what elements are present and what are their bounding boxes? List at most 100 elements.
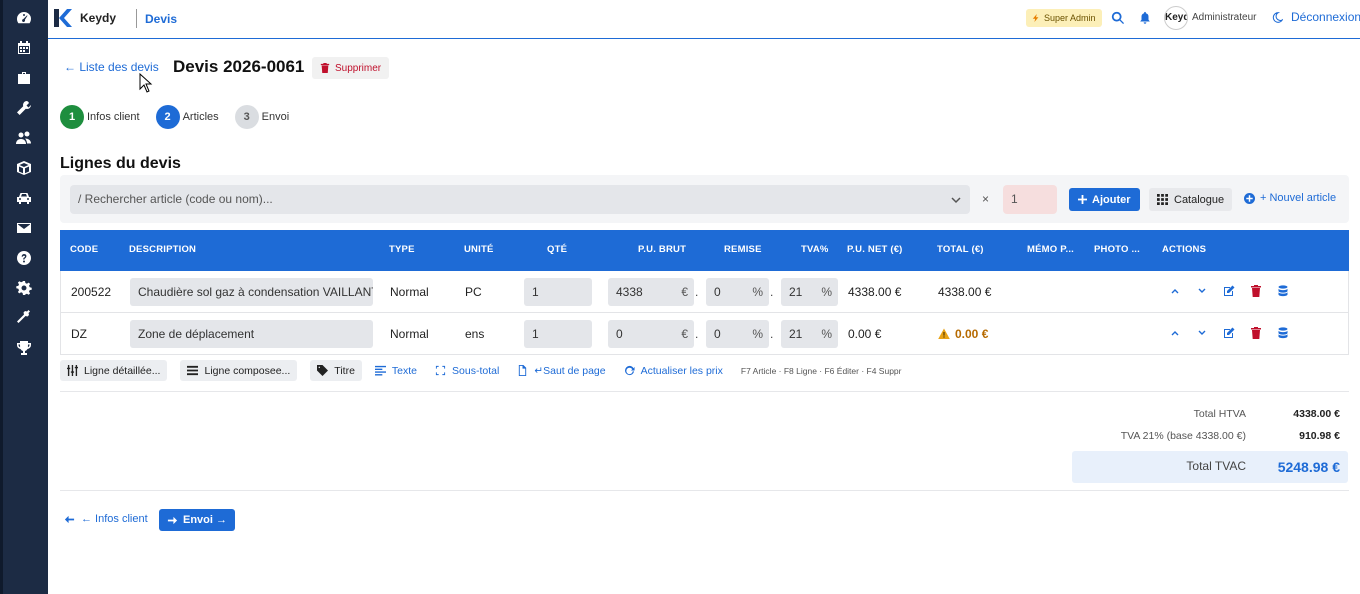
users-icon[interactable] — [14, 128, 34, 148]
col-total[interactable]: TOTAL (€) — [937, 244, 984, 255]
dashboard-icon[interactable] — [14, 8, 34, 28]
moon-icon[interactable] — [1272, 11, 1283, 23]
description-input[interactable]: Chaudière sol gaz à condensation VAILLAN… — [130, 278, 373, 306]
separator-dot: . — [695, 327, 699, 341]
user-label[interactable]: Administrateur — [1192, 12, 1256, 23]
logout-button[interactable]: Déconnexion — [1272, 10, 1360, 24]
row-actions — [1169, 285, 1289, 297]
add-button[interactable]: Ajouter — [1069, 188, 1140, 211]
remise-value: 0 — [714, 285, 721, 299]
quantity-input[interactable]: 1 — [1003, 185, 1057, 214]
table-row: 200522 Chaudière sol gaz à condensation … — [60, 271, 1349, 313]
description-input[interactable]: Zone de déplacement — [130, 320, 373, 348]
step-number: 1 — [60, 105, 84, 129]
trash-icon[interactable] — [1250, 285, 1262, 297]
box-icon[interactable] — [14, 158, 34, 178]
step-articles[interactable]: 2 Articles — [155, 105, 219, 129]
col-tva[interactable]: TVA% — [801, 244, 829, 255]
trash-icon[interactable] — [1250, 327, 1262, 339]
col-photo[interactable]: PHOTO ... — [1094, 244, 1140, 255]
step-envoi[interactable]: 3 Envoi — [234, 105, 289, 129]
text-button[interactable]: Texte — [374, 364, 418, 377]
col-unit[interactable]: UNITÉ — [464, 244, 494, 255]
row-actions — [1169, 327, 1289, 339]
percent-symbol: % — [821, 285, 832, 299]
next-step-button[interactable]: Envoi → — [159, 509, 236, 531]
quote-lines-table: CODE DESCRIPTION TYPE UNITÉ QTÉ P.U. BRU… — [60, 230, 1349, 355]
chevron-up-icon[interactable] — [1169, 327, 1181, 339]
tva-input[interactable]: 21 % — [781, 320, 838, 348]
catalog-button[interactable]: Catalogue — [1149, 188, 1233, 211]
tva-value: 21 — [789, 327, 803, 341]
tva-input[interactable]: 21 % — [781, 278, 838, 306]
composed-line-label: Ligne composee... — [204, 364, 291, 377]
delete-button[interactable]: Supprimer — [312, 57, 390, 79]
trophy-icon[interactable] — [14, 338, 34, 358]
subtotal-button[interactable]: Sous-total — [435, 365, 499, 377]
edit-icon[interactable] — [1223, 285, 1235, 297]
step-label: Articles — [182, 111, 219, 123]
wrench-icon[interactable] — [14, 98, 34, 118]
detailed-line-button[interactable]: Ligne détaillée... — [60, 360, 168, 381]
plus-circle-icon — [1244, 192, 1255, 204]
qty-input[interactable]: 1 — [524, 278, 592, 306]
col-pu-brut[interactable]: P.U. BRUT — [638, 244, 686, 255]
refresh-prices-label: Actualiser les prix — [640, 364, 723, 377]
article-search-input[interactable]: / Rechercher article (code ou nom)... — [70, 185, 970, 214]
col-pu-net[interactable]: P.U. NET (€) — [847, 244, 903, 255]
car-icon[interactable] — [14, 188, 34, 208]
row-pu-net: 0.00 € — [848, 327, 882, 341]
database-icon[interactable] — [1277, 327, 1289, 339]
new-article-button[interactable]: + Nouvel article — [1244, 192, 1336, 204]
row-unit[interactable]: PC — [465, 285, 482, 299]
keydy-logo-icon — [54, 9, 72, 27]
back-to-quotes-link[interactable]: ← Liste des devis — [64, 60, 159, 74]
avatar[interactable]: Keydy — [1164, 6, 1188, 30]
col-qty[interactable]: QTÉ — [547, 244, 567, 255]
page-break-label: ↵Saut de page — [534, 364, 606, 377]
table-header: CODE DESCRIPTION TYPE UNITÉ QTÉ P.U. BRU… — [60, 230, 1349, 271]
help-icon[interactable] — [14, 248, 34, 268]
nav-current[interactable]: Devis — [145, 12, 177, 26]
col-code[interactable]: CODE — [70, 244, 98, 255]
chevron-down-icon[interactable] — [950, 194, 962, 206]
edit-icon[interactable] — [1223, 327, 1235, 339]
text-label: Texte — [391, 364, 418, 377]
remise-input[interactable]: 0 % — [706, 320, 769, 348]
warning-icon — [938, 328, 950, 339]
col-remise[interactable]: REMISE — [724, 244, 762, 255]
step-infos-client[interactable]: 1 Infos client — [60, 105, 140, 129]
pu-brut-input[interactable]: 0 € — [608, 320, 694, 348]
chevron-up-icon[interactable] — [1169, 285, 1181, 297]
col-memo[interactable]: MÉMO P... — [1027, 244, 1074, 255]
chevron-down-icon[interactable] — [1196, 327, 1208, 339]
previous-step-button[interactable]: ← Infos client — [64, 513, 148, 525]
times-sign: × — [982, 192, 990, 206]
col-type[interactable]: TYPE — [389, 244, 415, 255]
remise-input[interactable]: 0 % — [706, 278, 769, 306]
calendar-icon[interactable] — [14, 38, 34, 58]
gear-icon[interactable] — [14, 278, 34, 298]
composed-line-button[interactable]: Ligne composee... — [180, 360, 298, 381]
bolt-icon — [1032, 14, 1039, 22]
row-type[interactable]: Normal — [390, 285, 429, 299]
title-button[interactable]: Titre — [310, 360, 362, 381]
tva-row: TVA 21% (base 4338.00 €) 910.98 € — [1072, 428, 1348, 450]
col-description[interactable]: DESCRIPTION — [129, 244, 196, 255]
tools-icon[interactable] — [14, 308, 34, 328]
page-break-button[interactable]: ↵Saut de page — [517, 364, 606, 377]
pu-brut-input[interactable]: 4338 € — [608, 278, 694, 306]
row-total-warning: 0.00 € — [938, 327, 988, 341]
qty-input[interactable]: 1 — [524, 320, 592, 348]
chevron-down-icon[interactable] — [1196, 285, 1208, 297]
brand-logo[interactable]: Keydy — [52, 8, 116, 28]
mail-icon[interactable] — [14, 218, 34, 238]
bell-icon[interactable] — [1138, 11, 1152, 25]
search-icon[interactable] — [1111, 11, 1125, 25]
row-type[interactable]: Normal — [390, 327, 429, 341]
trash-icon — [320, 63, 330, 73]
database-icon[interactable] — [1277, 285, 1289, 297]
row-unit[interactable]: ens — [465, 327, 484, 341]
briefcase-icon[interactable] — [14, 68, 34, 88]
refresh-prices-button[interactable]: Actualiser les prix — [624, 365, 723, 377]
